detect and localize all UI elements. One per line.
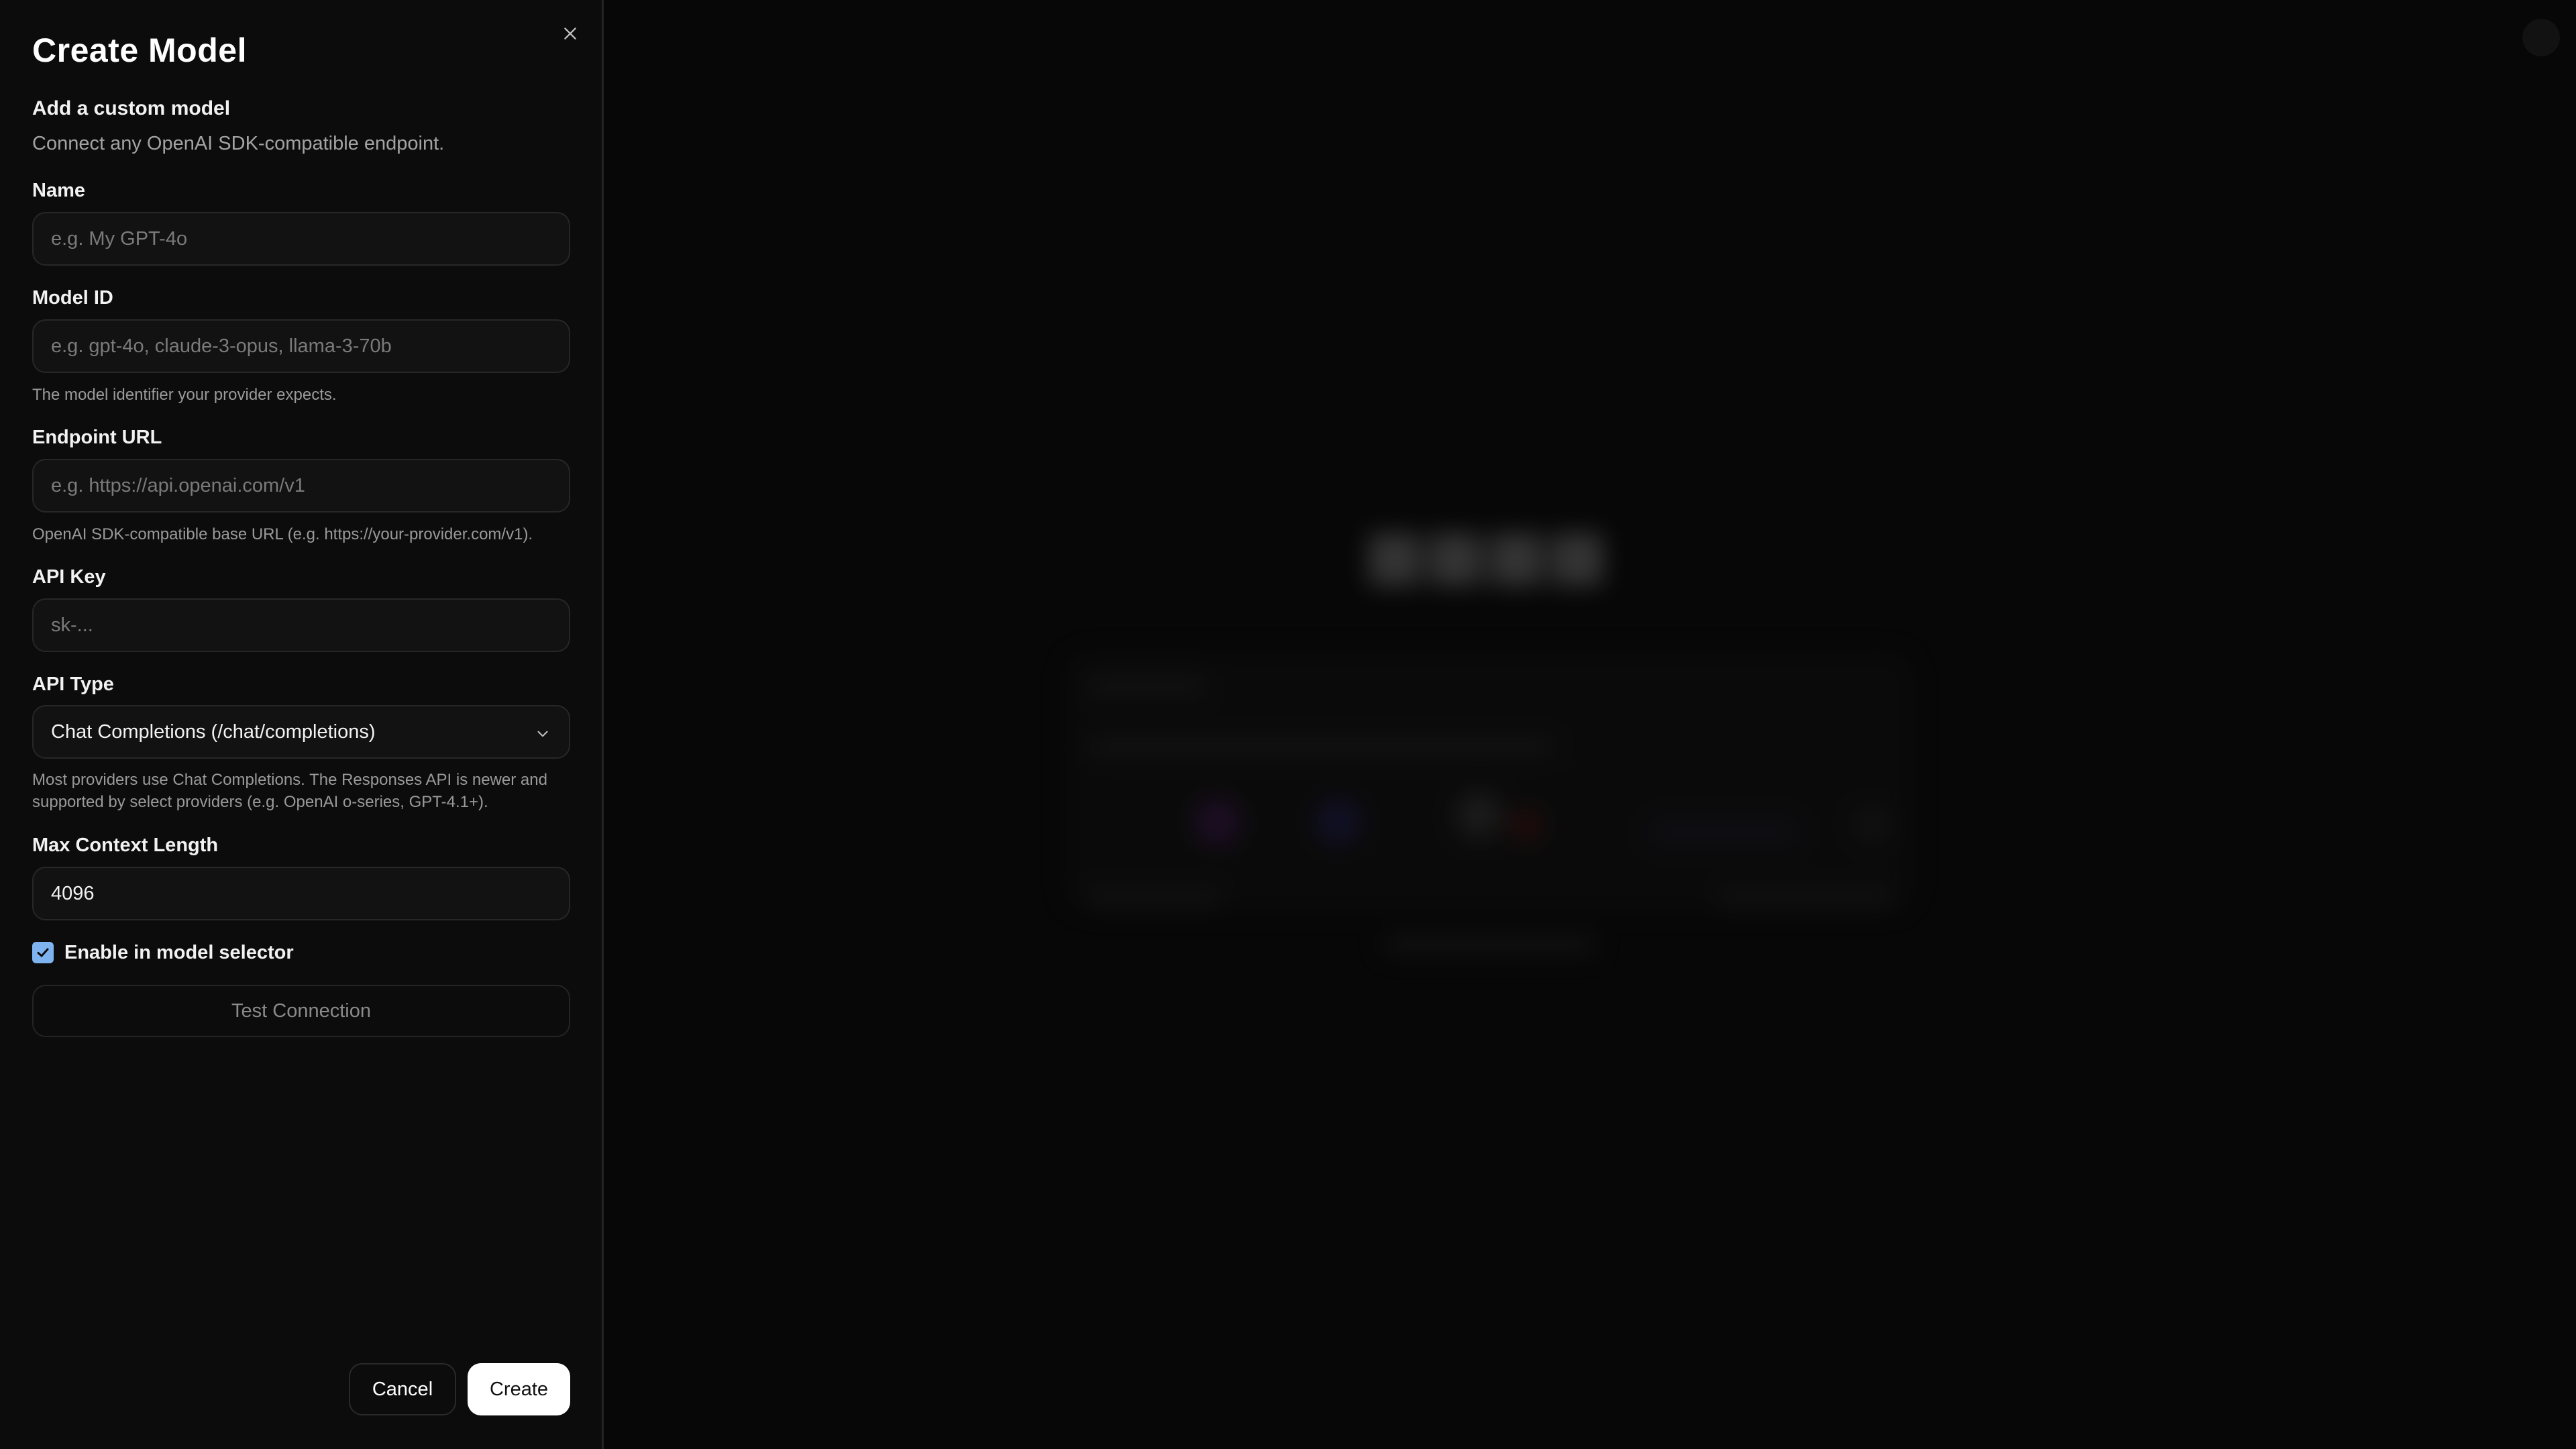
enable-selector-checkbox[interactable] — [32, 942, 54, 963]
endpoint-url-hint: OpenAI SDK-compatible base URL (e.g. htt… — [32, 525, 533, 543]
model-id-label: Model ID — [32, 287, 113, 309]
close-icon — [564, 28, 576, 40]
api-type-select[interactable]: Chat Completions (/chat/completions) — [32, 705, 570, 759]
cancel-button[interactable]: Cancel — [349, 1363, 456, 1415]
dialog-description: Connect any OpenAI SDK-compatible endpoi… — [32, 133, 445, 154]
enable-selector-label: Enable in model selector — [64, 941, 294, 963]
page-title: Create Model — [32, 32, 247, 69]
api-key-input[interactable] — [32, 598, 570, 652]
name-label: Name — [32, 180, 85, 201]
max-context-label: Max Context Length — [32, 835, 219, 856]
api-type-hint: Most providers use Chat Completions. The… — [32, 771, 547, 811]
endpoint-url-label: Endpoint URL — [32, 427, 162, 448]
enable-selector-row[interactable]: Enable in model selector — [32, 939, 294, 966]
model-id-hint: The model identifier your provider expec… — [32, 386, 337, 404]
close-button[interactable] — [555, 19, 585, 48]
max-context-input[interactable] — [32, 867, 570, 920]
create-model-sheet: Create Model Add a custom model Connect … — [0, 0, 604, 1449]
api-key-label: API Key — [32, 566, 106, 588]
endpoint-url-input[interactable] — [32, 459, 570, 513]
name-input[interactable] — [32, 212, 570, 266]
chevron-down-icon — [537, 731, 548, 737]
api-type-label: API Type — [32, 674, 114, 695]
test-connection-button[interactable]: Test Connection — [32, 985, 570, 1037]
api-type-selected: Chat Completions (/chat/completions) — [51, 720, 376, 743]
dialog-subtitle: Add a custom model — [32, 97, 231, 119]
create-button[interactable]: Create — [468, 1363, 570, 1415]
model-id-input[interactable] — [32, 319, 570, 373]
check-icon — [37, 948, 49, 957]
